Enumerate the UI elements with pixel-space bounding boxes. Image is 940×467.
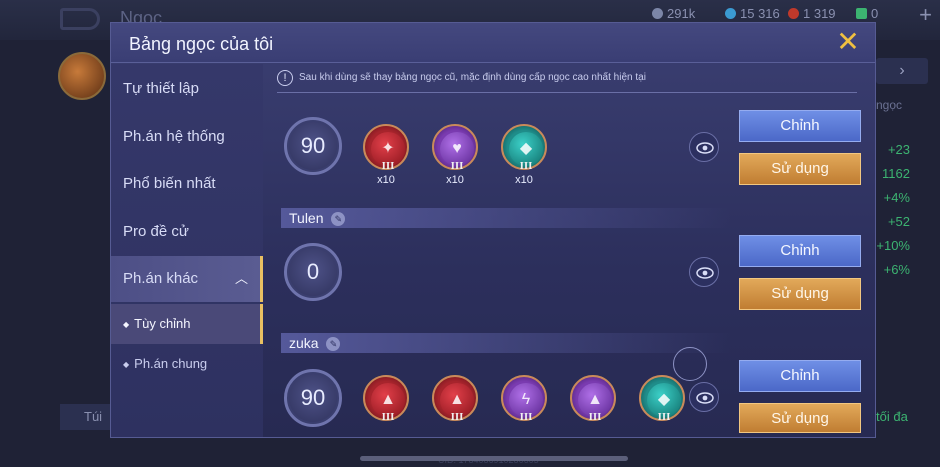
modal-header: Bảng ngọc của tôi ✕ xyxy=(111,23,875,63)
rune-level-badge: 0 xyxy=(284,243,342,301)
rune-tier: III xyxy=(381,160,395,172)
rune-count: x10 xyxy=(515,174,533,186)
sidebar: Tự thiết lập Ph.án hệ thống Phổ biến nhấ… xyxy=(111,64,263,437)
sidebar-item-custom-setup[interactable]: Tự thiết lập xyxy=(111,66,263,112)
add-icon[interactable]: + xyxy=(919,2,932,28)
rune-tier: III xyxy=(381,411,395,423)
pencil-icon[interactable]: ✎ xyxy=(331,212,346,227)
rune-tier: III xyxy=(588,411,602,423)
teal-rune-icon[interactable]: ◆ III xyxy=(501,124,547,172)
resource-gems: 15 316 xyxy=(725,6,780,21)
warning-icon: ! xyxy=(277,70,293,86)
hero-avatar xyxy=(58,52,106,100)
rune-tier: III xyxy=(519,160,533,172)
resource-cards: 0 xyxy=(856,6,878,21)
bag-button[interactable]: Túi xyxy=(60,404,112,430)
rune-level-badge: 90 xyxy=(284,369,342,427)
pencil-icon[interactable]: ✎ xyxy=(326,337,341,352)
background-ngoc-label: ngọc xyxy=(876,98,903,112)
coin-icon xyxy=(652,8,663,19)
voucher-icon xyxy=(788,8,799,19)
close-icon[interactable]: ✕ xyxy=(835,28,861,56)
divider xyxy=(277,92,857,93)
rune-count: x10 xyxy=(446,174,464,186)
modal-title: Bảng ngọc của tôi xyxy=(129,34,274,54)
chevron-up-icon: ︿ xyxy=(234,271,248,286)
edit-button[interactable]: Chỉnh xyxy=(739,360,861,392)
use-button[interactable]: Sử dụng xyxy=(739,403,861,433)
eye-icon[interactable] xyxy=(689,382,719,412)
rune-tier: III xyxy=(519,411,533,423)
sidebar-item-system-plans[interactable]: Ph.án hệ thống xyxy=(111,114,263,160)
stat-value: +4% xyxy=(883,190,910,205)
stat-value: +23 xyxy=(887,142,910,157)
stat-value: 1162 xyxy=(882,166,910,181)
rune-set-name: zuka xyxy=(289,335,319,351)
max-label: tối đa xyxy=(876,409,908,424)
stat-value: +52 xyxy=(887,214,910,229)
purple-rune-icon[interactable]: ▲ III xyxy=(570,375,616,423)
bullet-icon: ◆ xyxy=(123,319,130,329)
bullet-icon: ◆ xyxy=(123,359,130,369)
use-button[interactable]: Sử dụng xyxy=(739,278,861,310)
notice: ! Sau khi dùng sẽ thay bảng ngọc cũ, mặc… xyxy=(277,69,857,91)
resource-coins: 291k xyxy=(652,6,695,21)
sidebar-item-label: Ph.án khác xyxy=(123,270,199,287)
edit-button[interactable]: Chỉnh xyxy=(739,110,861,142)
card-icon xyxy=(856,8,867,19)
rune-set-name-bar: Tulen ✎ xyxy=(281,208,731,228)
rune-slot-ring xyxy=(673,347,707,381)
edit-button[interactable]: Chỉnh xyxy=(739,235,861,267)
stat-value: +6% xyxy=(883,262,910,277)
rune-level-badge: 90 xyxy=(284,117,342,175)
resource-vouchers: 1 319 xyxy=(788,6,836,21)
stat-value: +10% xyxy=(876,238,910,253)
back-icon[interactable] xyxy=(60,8,100,30)
rune-set-name-bar: zuka ✎ xyxy=(281,333,731,353)
rune-set-name: Tulen xyxy=(289,210,324,226)
sidebar-item-most-popular[interactable]: Phổ biến nhất xyxy=(111,161,263,207)
rune-count: x10 xyxy=(377,174,395,186)
rune-tier: III xyxy=(657,411,671,423)
rune-tier: III xyxy=(450,160,464,172)
red-rune-icon[interactable]: ✦ III xyxy=(363,124,409,172)
sidebar-item-other-plans[interactable]: Ph.án khác ︿ xyxy=(111,256,263,302)
red-rune-icon[interactable]: ▲ III xyxy=(363,375,409,423)
rune-tier: III xyxy=(450,411,464,423)
use-button[interactable]: Sử dụng xyxy=(739,153,861,185)
red-rune-icon[interactable]: ▲ III xyxy=(432,375,478,423)
chevron-right-icon[interactable]: › xyxy=(876,58,928,84)
eye-icon[interactable] xyxy=(689,257,719,287)
purple-rune-icon[interactable]: ♥ III xyxy=(432,124,478,172)
sidebar-subitem-custom[interactable]: ◆ Tùy chỉnh xyxy=(111,304,263,344)
sidebar-item-pro-recommended[interactable]: Pro đề cử xyxy=(111,209,263,255)
home-indicator xyxy=(360,456,628,461)
teal-rune-icon[interactable]: ◆ III xyxy=(639,375,685,423)
gem-icon xyxy=(725,8,736,19)
sidebar-subitem-shared[interactable]: ◆ Ph.án chung xyxy=(111,344,263,384)
purple-rune-icon[interactable]: ϟ III xyxy=(501,375,547,423)
eye-icon[interactable] xyxy=(689,132,719,162)
